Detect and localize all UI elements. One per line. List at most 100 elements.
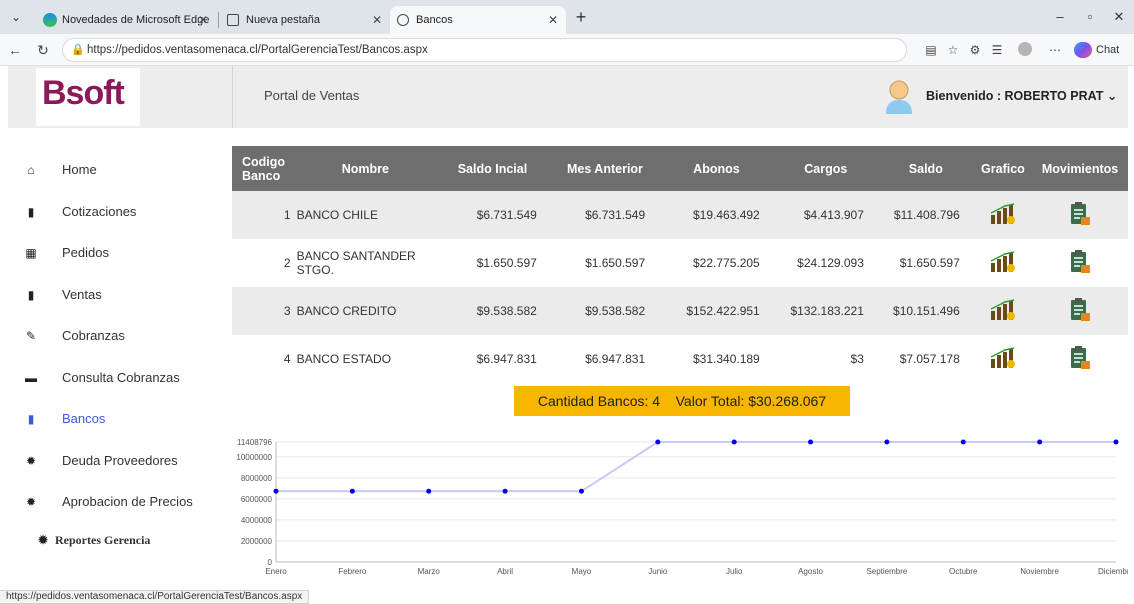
tab-title: Nueva pestaña bbox=[246, 14, 320, 26]
mes-anterior-cell: $1.650.597 bbox=[550, 239, 660, 287]
x-tick-label: Febrero bbox=[338, 567, 367, 576]
data-point bbox=[960, 439, 966, 445]
close-icon[interactable]: ✕ bbox=[198, 6, 208, 34]
page-content: Bsoft Portal de Ventas Bienvenido : ROBE… bbox=[8, 66, 1128, 590]
column-header[interactable]: Saldo Incial bbox=[434, 146, 551, 191]
clipboard-icon[interactable] bbox=[1069, 345, 1091, 371]
sidebar-item-ventas[interactable]: ▮ Ventas bbox=[24, 283, 102, 307]
sidebar-item-label: Ventas bbox=[62, 287, 102, 302]
welcome-user-dropdown[interactable]: Bienvenido : ROBERTO PRAT ⌄ bbox=[926, 88, 1117, 103]
reader-view-icon[interactable]: ▤ bbox=[922, 42, 940, 58]
sidebar-item-label: Deuda Proveedores bbox=[62, 453, 178, 468]
saldo-cell: $10.151.496 bbox=[877, 287, 974, 335]
saldo-inicial-cell: $6.947.831 bbox=[434, 335, 551, 383]
y-tick-label: 10000000 bbox=[236, 453, 272, 462]
profile-avatar-icon[interactable] bbox=[1016, 42, 1034, 58]
close-icon[interactable]: ✕ bbox=[548, 6, 558, 34]
sidebar-item-bancos[interactable]: ▮ Bancos bbox=[24, 407, 106, 431]
sidebar-item-label: Consulta Cobranzas bbox=[62, 370, 180, 385]
tab-bancos[interactable]: Bancos ✕ bbox=[390, 6, 566, 34]
bsoft-logo[interactable]: Bsoft bbox=[36, 68, 140, 126]
table-row: 4 BANCO ESTADO $6.947.831 $6.947.831 $31… bbox=[232, 335, 1128, 383]
column-header[interactable]: Codigo Banco bbox=[232, 146, 297, 191]
sidebar-item-home[interactable]: ⌂ Home bbox=[24, 158, 96, 182]
column-header[interactable]: Mes Anterior bbox=[550, 146, 660, 191]
nombre-cell: BANCO CREDITO bbox=[296, 287, 435, 335]
sidebar-item-deuda-proveedores[interactable]: ✹ Deuda Proveedores bbox=[24, 449, 178, 473]
abonos-cell: $152.422.951 bbox=[659, 287, 774, 335]
data-point bbox=[1113, 439, 1119, 445]
data-point bbox=[273, 488, 279, 494]
wallet-icon: ▬ bbox=[25, 371, 37, 385]
column-header[interactable]: Nombre bbox=[296, 146, 435, 191]
bar-chart-coin-icon[interactable] bbox=[989, 250, 1017, 273]
grafico-cell bbox=[973, 191, 1033, 239]
x-tick-label: Mayo bbox=[572, 567, 592, 576]
new-tab-button[interactable]: + bbox=[570, 6, 592, 28]
clipboard-icon[interactable] bbox=[1069, 297, 1091, 323]
favorite-star-icon[interactable]: ☆ bbox=[944, 42, 962, 58]
bookmark-icon: ▮ bbox=[27, 412, 35, 426]
tab-actions-chevron-icon[interactable]: ⌄ bbox=[6, 8, 26, 26]
saldo-inicial-cell: $9.538.582 bbox=[434, 287, 551, 335]
sidebar-item-reportes-gerencia[interactable]: ✹ Reportes Gerencia bbox=[24, 528, 150, 552]
x-tick-label: Agosto bbox=[798, 567, 823, 576]
bar-chart-coin-icon[interactable] bbox=[989, 298, 1017, 321]
clipboard-icon[interactable] bbox=[1069, 249, 1091, 275]
bar-chart-coin-icon[interactable] bbox=[989, 346, 1017, 369]
codigo-cell: 3 bbox=[232, 287, 297, 335]
clipboard-icon[interactable] bbox=[1069, 201, 1091, 227]
close-icon[interactable]: ✕ bbox=[372, 6, 382, 34]
x-tick-label: Julio bbox=[726, 567, 743, 576]
tab-new-tab[interactable]: Nueva pestaña ✕ bbox=[220, 6, 390, 34]
url-input[interactable]: 🔒 https://pedidos.ventasomenaca.cl/Porta… bbox=[62, 38, 907, 62]
new-tab-page-icon bbox=[227, 14, 239, 26]
table-header-row: Codigo Banco Nombre Saldo Incial Mes Ant… bbox=[232, 146, 1128, 191]
nombre-cell: BANCO SANTANDER STGO. bbox=[296, 239, 435, 287]
back-icon[interactable]: ← bbox=[6, 41, 24, 59]
sidebar-item-cotizaciones[interactable]: ▮ Cotizaciones bbox=[24, 200, 137, 224]
column-header[interactable]: Movimientos bbox=[1032, 146, 1128, 191]
extensions-icon[interactable]: ⚙ bbox=[966, 42, 984, 58]
more-menu-icon[interactable]: ⋯ bbox=[1046, 42, 1064, 58]
y-tick-label: 8000000 bbox=[241, 474, 273, 483]
minimize-button[interactable]: – bbox=[1045, 6, 1075, 28]
sidebar-item-consulta-cobranzas[interactable]: ▬ Consulta Cobranzas bbox=[24, 366, 180, 390]
saldo-cell: $7.057.178 bbox=[877, 335, 974, 383]
x-tick-label: Enero bbox=[265, 567, 287, 576]
logo-text: Bsoft bbox=[42, 74, 125, 112]
sidebar-item-cobranzas[interactable]: ✎ Cobranzas bbox=[24, 324, 125, 348]
x-tick-label: Marzo bbox=[418, 567, 441, 576]
y-tick-label: 11408796 bbox=[237, 438, 273, 447]
copilot-chat-button[interactable]: Chat bbox=[1074, 40, 1119, 60]
calendar-icon: ▦ bbox=[25, 246, 37, 260]
favorites-icon[interactable]: ☰ bbox=[988, 42, 1006, 58]
book-icon: ▮ bbox=[27, 205, 35, 219]
grafico-cell bbox=[973, 287, 1033, 335]
saldo-cell: $11.408.796 bbox=[877, 191, 974, 239]
user-avatar-icon[interactable] bbox=[884, 78, 914, 114]
nombre-cell: BANCO ESTADO bbox=[296, 335, 435, 383]
globe-icon bbox=[397, 14, 409, 26]
maximize-button[interactable]: ▫ bbox=[1075, 6, 1105, 28]
gear-icon: ✹ bbox=[25, 495, 37, 509]
refresh-icon[interactable]: ↻ bbox=[34, 41, 52, 59]
sidebar-item-pedidos[interactable]: ▦ Pedidos bbox=[24, 241, 109, 265]
y-tick-label: 4000000 bbox=[241, 516, 273, 525]
sidebar-item-label: Cobranzas bbox=[62, 328, 125, 343]
grafico-cell bbox=[973, 335, 1033, 383]
column-header[interactable]: Abonos bbox=[659, 146, 774, 191]
movimientos-cell bbox=[1032, 191, 1128, 239]
movimientos-cell bbox=[1032, 287, 1128, 335]
bar-chart-coin-icon[interactable] bbox=[989, 202, 1017, 225]
column-header[interactable]: Saldo bbox=[877, 146, 974, 191]
tab-edge-news[interactable]: Novedades de Microsoft Edge ✕ bbox=[36, 6, 216, 34]
movimientos-cell bbox=[1032, 335, 1128, 383]
table-row: 3 BANCO CREDITO $9.538.582 $9.538.582 $1… bbox=[232, 287, 1128, 335]
close-window-button[interactable]: ✕ bbox=[1104, 6, 1134, 28]
column-header[interactable]: Grafico bbox=[973, 146, 1033, 191]
column-header[interactable]: Cargos bbox=[773, 146, 878, 191]
sidebar-item-aprobacion-precios[interactable]: ✹ Aprobacion de Precios bbox=[24, 490, 193, 514]
cargos-cell: $24.129.093 bbox=[773, 239, 878, 287]
y-tick-label: 0 bbox=[268, 558, 273, 567]
